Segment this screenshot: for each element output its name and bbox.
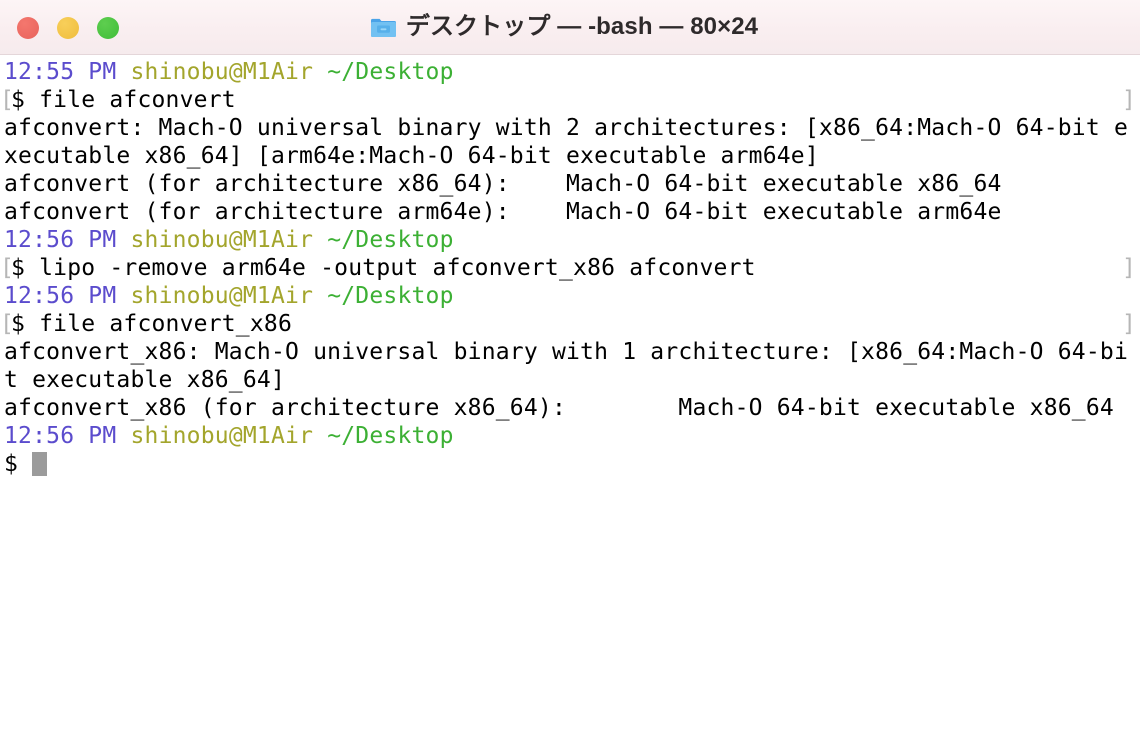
terminal-screen: 12:55 PM shinobu@M1Air ~/Desktop [$ file …: [0, 58, 1140, 478]
prompt-timestamp: 12:56 PM: [4, 283, 117, 309]
output-text: xecutable x86_64] [arm64e:Mach-O 64-bit …: [4, 143, 819, 169]
terminal-active-prompt[interactable]: $: [0, 450, 1140, 478]
prompt-working-directory: ~/Desktop: [327, 227, 454, 253]
terminal-output-line: xecutable x86_64] [arm64e:Mach-O 64-bit …: [0, 142, 1140, 170]
command-text: file afconvert: [39, 87, 236, 113]
terminal-output-line: afconvert_x86 (for architecture x86_64):…: [0, 394, 1140, 422]
prompt-timestamp: 12:56 PM: [4, 227, 117, 253]
output-text: afconvert_x86 (for architecture x86_64):…: [4, 395, 1114, 421]
prompt-sigil: $: [11, 311, 40, 337]
wrap-marker-left: [: [0, 311, 15, 337]
window-title: デスクトップ — -bash — 80×24: [405, 13, 759, 40]
wrap-marker-right: ]: [1121, 311, 1136, 337]
command-text: lipo -remove arm64e -output afconvert_x8…: [39, 255, 756, 281]
output-text: afconvert (for architecture arm64e): Mac…: [4, 199, 1002, 225]
prompt-user-host: shinobu@M1Air: [130, 423, 314, 449]
prompt-timestamp: 12:55 PM: [4, 59, 117, 85]
terminal-command-line: [$ lipo -remove arm64e -output afconvert…: [0, 254, 1140, 282]
output-text: t executable x86_64]: [4, 367, 286, 393]
terminal-output-area[interactable]: 12:55 PM shinobu@M1Air ~/Desktop [$ file …: [0, 55, 1140, 742]
wrap-marker-right: ]: [1121, 255, 1136, 281]
window-controls: [17, 0, 119, 55]
terminal-output-line: afconvert_x86: Mach-O universal binary w…: [0, 338, 1140, 366]
terminal-prompt-info-line: 12:56 PM shinobu@M1Air ~/Desktop: [0, 422, 1140, 450]
output-text: afconvert (for architecture x86_64): Mac…: [4, 171, 1002, 197]
text-cursor: [32, 452, 48, 476]
terminal-command-line: [$ file afconvert]: [0, 86, 1140, 114]
title-group: デスクトップ — -bash — 80×24: [370, 15, 758, 39]
folder-icon: [370, 18, 396, 37]
terminal-window: デスクトップ — -bash — 80×24 12:55 PM shinobu@…: [0, 0, 1140, 742]
maximize-button[interactable]: [97, 16, 119, 39]
prompt-sigil: $: [11, 255, 40, 281]
close-button[interactable]: [17, 16, 39, 39]
prompt-working-directory: ~/Desktop: [327, 59, 454, 85]
terminal-prompt-info-line: 12:56 PM shinobu@M1Air ~/Desktop: [0, 282, 1140, 310]
output-text: afconvert_x86: Mach-O universal binary w…: [4, 339, 1129, 365]
terminal-prompt-info-line: 12:56 PM shinobu@M1Air ~/Desktop: [0, 226, 1140, 254]
wrap-marker-left: [: [0, 87, 15, 113]
prompt-timestamp: 12:56 PM: [4, 423, 117, 449]
prompt-user-host: shinobu@M1Air: [130, 283, 314, 309]
prompt-user-host: shinobu@M1Air: [130, 227, 314, 253]
prompt-working-directory: ~/Desktop: [327, 283, 454, 309]
terminal-output-line: afconvert (for architecture arm64e): Mac…: [0, 198, 1140, 226]
prompt-sigil: $: [4, 451, 33, 477]
prompt-sigil: $: [11, 87, 40, 113]
command-text: file afconvert_x86: [39, 311, 293, 337]
prompt-user-host: shinobu@M1Air: [130, 59, 314, 85]
prompt-working-directory: ~/Desktop: [327, 423, 454, 449]
terminal-output-line: t executable x86_64]: [0, 366, 1140, 394]
title-bar[interactable]: デスクトップ — -bash — 80×24: [0, 0, 1140, 55]
wrap-marker-right: ]: [1121, 87, 1136, 113]
minimize-button[interactable]: [57, 16, 79, 39]
output-text: afconvert: Mach-O universal binary with …: [4, 115, 1129, 141]
terminal-output-line: afconvert (for architecture x86_64): Mac…: [0, 170, 1140, 198]
wrap-marker-left: [: [0, 255, 15, 281]
terminal-output-line: afconvert: Mach-O universal binary with …: [0, 114, 1140, 142]
terminal-command-line: [$ file afconvert_x86]: [0, 310, 1140, 338]
terminal-prompt-info-line: 12:55 PM shinobu@M1Air ~/Desktop: [0, 58, 1140, 86]
